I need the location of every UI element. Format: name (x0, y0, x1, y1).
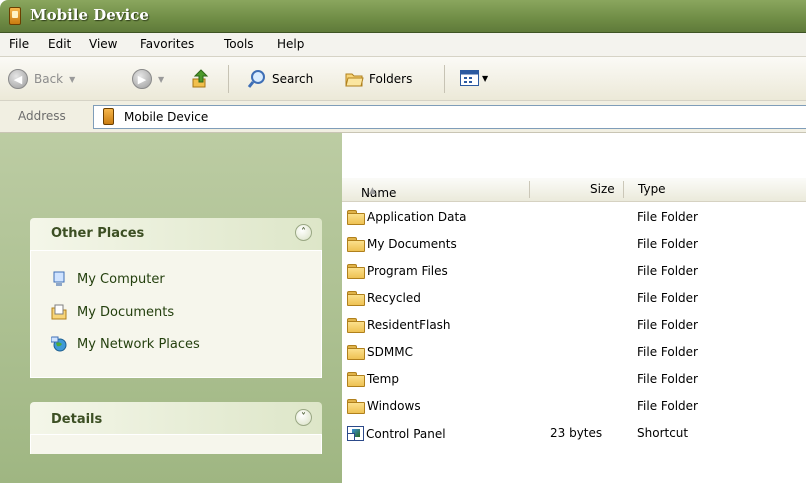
column-name-label: Name (361, 186, 397, 200)
column-header: Name ▲ Size Type (342, 178, 806, 202)
control-panel-shortcut-icon (347, 426, 364, 441)
other-places-body: My Computer My Documents My Network Plac… (30, 250, 322, 378)
address-input[interactable]: Mobile Device (93, 105, 806, 129)
forward-arrow-icon: ▶ (132, 69, 152, 89)
file-row[interactable]: ResidentFlash File Folder (342, 314, 806, 341)
back-arrow-icon: ◀ (8, 69, 28, 89)
folder-icon (347, 237, 365, 252)
details-header[interactable]: Details ˅ (30, 402, 322, 434)
search-label: Search (272, 72, 314, 86)
column-size[interactable]: Size (590, 182, 615, 196)
documents-folder-icon (51, 304, 67, 320)
file-type: File Folder (637, 264, 698, 278)
address-bar: Address Mobile Device (0, 101, 806, 133)
file-row[interactable]: Temp File Folder (342, 368, 806, 395)
link-my-computer[interactable]: My Computer (51, 271, 165, 287)
address-value: Mobile Device (124, 110, 209, 124)
file-type: File Folder (637, 345, 698, 359)
up-folder-button[interactable] (190, 67, 212, 89)
menu-favorites[interactable]: Favorites (140, 37, 194, 51)
file-name: Windows (367, 399, 421, 413)
task-pane: Other Places ˄ My Computer My Documents … (0, 133, 342, 483)
chevron-down-icon: ▼ (482, 74, 489, 83)
column-divider[interactable] (529, 181, 530, 198)
search-icon (247, 70, 265, 88)
file-name: Application Data (367, 210, 467, 224)
collapse-chevron-icon[interactable]: ˄ (295, 224, 312, 241)
column-divider[interactable] (623, 181, 624, 198)
file-type: File Folder (637, 237, 698, 251)
menu-file[interactable]: File (9, 37, 29, 51)
file-row[interactable]: Windows File Folder (342, 395, 806, 422)
my-network-places-label: My Network Places (77, 336, 200, 352)
file-type: File Folder (637, 291, 698, 305)
file-row[interactable]: Program Files File Folder (342, 260, 806, 287)
link-my-network-places[interactable]: My Network Places (51, 336, 200, 352)
chevron-down-icon: ▼ (158, 74, 165, 84)
toolbar-separator (228, 65, 229, 93)
file-type: Shortcut (637, 426, 689, 440)
menu-help[interactable]: Help (277, 37, 304, 51)
file-row[interactable]: SDMMC File Folder (342, 341, 806, 368)
toolbar-separator (444, 65, 445, 93)
file-name: Program Files (367, 264, 448, 278)
details-body (30, 434, 322, 454)
file-row[interactable]: Application Data File Folder (342, 206, 806, 233)
link-my-documents[interactable]: My Documents (51, 304, 174, 320)
file-type: File Folder (637, 210, 698, 224)
file-name: My Documents (367, 237, 457, 251)
folder-icon (347, 345, 365, 360)
back-button[interactable]: ◀ Back ▼ (8, 69, 75, 89)
forward-button[interactable]: ▶ ▼ (132, 69, 164, 89)
mobile-device-icon (9, 7, 21, 25)
window-title: Mobile Device (30, 6, 149, 24)
file-type: File Folder (637, 318, 698, 332)
file-row[interactable]: Recycled File Folder (342, 287, 806, 314)
file-name: Temp (367, 372, 399, 386)
file-name: Recycled (367, 291, 421, 305)
search-button[interactable]: Search (247, 69, 313, 89)
folder-icon (347, 291, 365, 306)
sort-ascending-icon: ▲ (369, 186, 376, 196)
folders-label: Folders (369, 72, 413, 86)
file-type: File Folder (637, 372, 698, 386)
menu-bar: File Edit View Favorites Tools Help (0, 33, 806, 57)
file-name: Control Panel (366, 426, 446, 441)
other-places-title: Other Places (51, 226, 145, 241)
network-globe-icon (51, 336, 67, 352)
folders-icon (345, 73, 364, 87)
address-label: Address (18, 109, 66, 123)
computer-icon (53, 271, 65, 286)
title-bar: Mobile Device (0, 0, 806, 33)
up-folder-icon (192, 69, 209, 88)
file-size: 23 bytes (550, 426, 603, 440)
file-type: File Folder (637, 399, 698, 413)
folder-icon (347, 264, 365, 279)
folder-icon (347, 399, 365, 414)
views-icon (460, 70, 479, 86)
mobile-device-icon (103, 108, 114, 125)
folder-icon (347, 318, 365, 333)
back-label: Back (34, 72, 64, 86)
details-title: Details (51, 412, 103, 427)
chevron-down-icon: ▼ (69, 74, 76, 84)
menu-view[interactable]: View (89, 37, 117, 51)
menu-edit[interactable]: Edit (48, 37, 71, 51)
expand-chevron-icon[interactable]: ˅ (295, 409, 312, 426)
other-places-header[interactable]: Other Places ˄ (30, 218, 322, 250)
folder-icon (347, 210, 365, 225)
file-row[interactable]: My Documents File Folder (342, 233, 806, 260)
file-name: ResidentFlash (367, 318, 451, 332)
folders-button[interactable]: Folders (344, 69, 412, 89)
toolbar: ◀ Back ▼ ▶ ▼ Search Folders ▼ (0, 57, 806, 101)
file-row[interactable]: Control Panel 23 bytes Shortcut (342, 422, 806, 449)
folder-icon (347, 372, 365, 387)
file-name: SDMMC (367, 345, 413, 359)
my-documents-label: My Documents (77, 304, 175, 320)
menu-tools[interactable]: Tools (224, 37, 254, 51)
views-button[interactable]: ▼ (460, 70, 488, 87)
my-computer-label: My Computer (77, 271, 165, 287)
column-type[interactable]: Type (638, 182, 666, 196)
